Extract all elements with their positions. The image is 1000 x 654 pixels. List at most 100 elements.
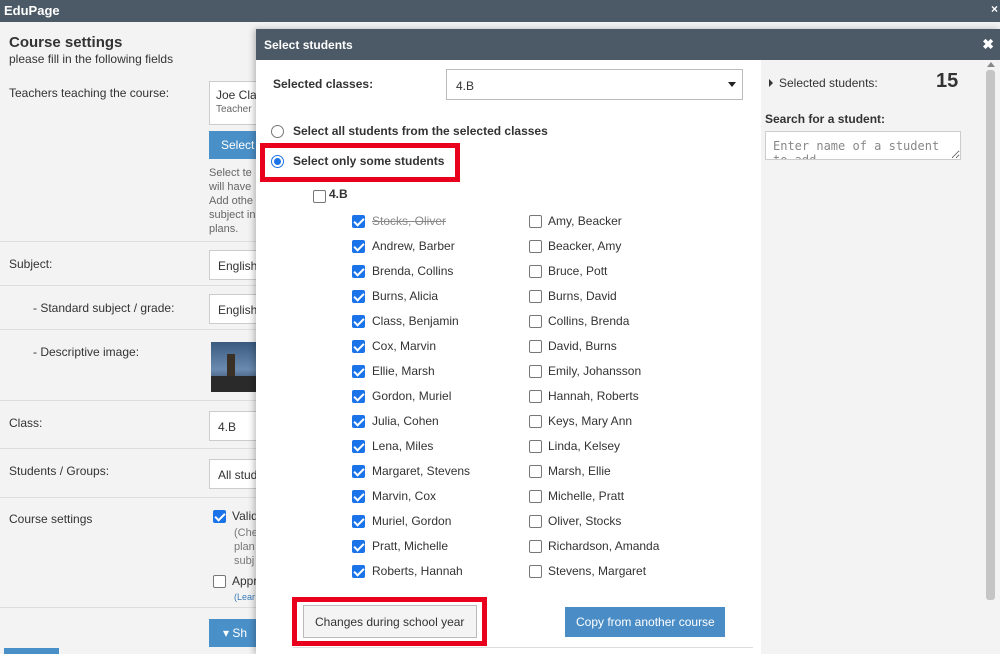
student-checkbox[interactable] xyxy=(352,365,365,378)
student-checkbox[interactable] xyxy=(529,465,542,478)
student-name[interactable]: Ellie, Marsh xyxy=(372,364,435,378)
student-checkbox[interactable] xyxy=(529,365,542,378)
modal-header: Select students ✖ xyxy=(256,29,1000,60)
descriptive-image-label: - Descriptive image: xyxy=(33,345,140,359)
student-checkbox[interactable] xyxy=(352,390,365,403)
student-checkbox[interactable] xyxy=(529,540,542,553)
radio-select-all[interactable] xyxy=(271,125,284,138)
student-checkbox[interactable] xyxy=(352,290,365,303)
scroll-up-arrow[interactable] xyxy=(987,62,995,67)
divider xyxy=(0,285,256,286)
copy-from-another-course-button[interactable]: Copy from another course xyxy=(565,607,725,637)
student-checkbox[interactable] xyxy=(352,440,365,453)
students-groups-label: Students / Groups: xyxy=(9,464,110,478)
student-name[interactable]: Oliver, Stocks xyxy=(548,514,621,528)
student-name[interactable]: Margaret, Stevens xyxy=(372,464,470,478)
selected-classes-dropdown[interactable]: 4.B xyxy=(446,69,743,100)
student-checkbox[interactable] xyxy=(352,565,365,578)
radio-select-some-label[interactable]: Select only some students xyxy=(293,154,444,168)
student-checkbox[interactable] xyxy=(352,515,365,528)
changes-during-school-year-button[interactable]: Changes during school year xyxy=(303,605,477,638)
student-checkbox[interactable] xyxy=(529,440,542,453)
student-checkbox[interactable] xyxy=(352,265,365,278)
student-checkbox[interactable] xyxy=(529,265,542,278)
student-checkbox[interactable] xyxy=(529,340,542,353)
student-checkbox[interactable] xyxy=(352,315,365,328)
page-title: Course settings xyxy=(9,34,123,51)
student-name[interactable]: Keys, Mary Ann xyxy=(548,414,632,428)
student-name[interactable]: Richardson, Amanda xyxy=(548,539,659,553)
student-checkbox[interactable] xyxy=(529,415,542,428)
student-name[interactable]: Burns, Alicia xyxy=(372,289,438,303)
selected-students-label[interactable]: Selected students: xyxy=(779,76,878,90)
student-name[interactable]: Hannah, Roberts xyxy=(548,389,639,403)
search-student-input[interactable] xyxy=(765,131,961,160)
student-checkbox[interactable] xyxy=(352,465,365,478)
save-button[interactable] xyxy=(4,648,59,654)
student-checkbox[interactable] xyxy=(529,390,542,403)
page-subtitle: please fill in the following fields xyxy=(9,52,174,66)
close-icon[interactable]: × xyxy=(991,2,998,16)
student-name[interactable]: Gordon, Muriel xyxy=(372,389,451,403)
teachers-help-text: Select te will have Add othe subject in … xyxy=(209,167,256,235)
divider xyxy=(0,241,256,242)
student-checkbox[interactable] xyxy=(529,240,542,253)
student-name[interactable]: Marsh, Ellie xyxy=(548,464,611,478)
student-name[interactable]: David, Burns xyxy=(548,339,617,353)
student-name[interactable]: Andrew, Barber xyxy=(372,239,455,253)
student-checkbox[interactable] xyxy=(352,340,365,353)
student-name[interactable]: Stevens, Margaret xyxy=(548,564,646,578)
student-checkbox[interactable] xyxy=(529,215,542,228)
student-checkbox[interactable] xyxy=(352,215,365,228)
student-name[interactable]: Stocks, Oliver xyxy=(372,214,446,228)
student-checkbox[interactable] xyxy=(529,315,542,328)
student-checkbox[interactable] xyxy=(352,240,365,253)
selected-students-count: 15 xyxy=(936,70,959,92)
standard-subject-label: - Standard subject / grade: xyxy=(33,301,175,315)
student-checkbox[interactable] xyxy=(529,515,542,528)
student-name[interactable]: Burns, David xyxy=(548,289,617,303)
student-name[interactable]: Cox, Marvin xyxy=(372,339,436,353)
group-checkbox[interactable] xyxy=(313,190,326,203)
descriptive-image[interactable] xyxy=(211,342,257,392)
student-checkbox[interactable] xyxy=(352,415,365,428)
divider xyxy=(0,400,256,401)
chevron-down-icon: ▾ xyxy=(223,626,233,640)
student-name[interactable]: Class, Benjamin xyxy=(372,314,459,328)
student-name[interactable]: Muriel, Gordon xyxy=(372,514,451,528)
learn-more-link[interactable]: (Lear xyxy=(234,592,255,602)
scrollbar-thumb[interactable] xyxy=(986,70,995,600)
subject-label: Subject: xyxy=(9,257,53,271)
radio-select-all-label[interactable]: Select all students from the selected cl… xyxy=(293,124,548,138)
student-name[interactable]: Linda, Kelsey xyxy=(548,439,620,453)
student-checkbox[interactable] xyxy=(529,490,542,503)
student-name[interactable]: Lena, Miles xyxy=(372,439,433,453)
chevron-right-icon[interactable] xyxy=(769,79,773,87)
student-name[interactable]: Emily, Johansson xyxy=(548,364,641,378)
divider xyxy=(293,647,753,648)
chevron-down-icon xyxy=(728,82,736,87)
student-name[interactable]: Michelle, Pratt xyxy=(548,489,624,503)
student-checkbox[interactable] xyxy=(529,565,542,578)
approve-checkbox[interactable] xyxy=(213,575,226,588)
student-name[interactable]: Amy, Beacker xyxy=(548,214,622,228)
student-name[interactable]: Marvin, Cox xyxy=(372,489,436,503)
student-name[interactable]: Julia, Cohen xyxy=(372,414,439,428)
student-checkbox[interactable] xyxy=(529,290,542,303)
student-name[interactable]: Beacker, Amy xyxy=(548,239,621,253)
student-name[interactable]: Collins, Brenda xyxy=(548,314,629,328)
radio-select-some[interactable] xyxy=(271,155,284,168)
valid-checkbox[interactable] xyxy=(213,510,226,523)
selected-classes-label: Selected classes: xyxy=(273,77,374,91)
selected-students-panel: Selected students: 15 Search for a stude… xyxy=(761,60,1000,654)
valid-text: Valid xyxy=(232,509,258,523)
course-settings-label: Course settings xyxy=(9,512,93,526)
student-name[interactable]: Roberts, Hannah xyxy=(372,564,463,578)
student-checkbox[interactable] xyxy=(352,490,365,503)
student-name[interactable]: Brenda, Collins xyxy=(372,264,453,278)
student-checkbox[interactable] xyxy=(352,540,365,553)
close-icon[interactable]: ✖ xyxy=(982,36,994,53)
student-name[interactable]: Bruce, Pott xyxy=(548,264,607,278)
student-name[interactable]: Pratt, Michelle xyxy=(372,539,448,553)
divider xyxy=(0,329,256,330)
